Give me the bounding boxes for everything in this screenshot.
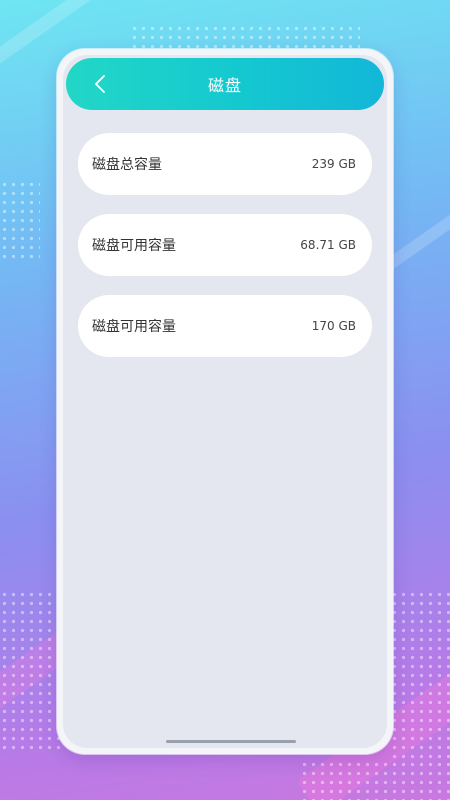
- chevron-left-icon: [95, 75, 105, 93]
- decor-dots: [300, 760, 450, 800]
- decor-dots: [0, 590, 60, 750]
- disk-info-list: 磁盘总容量 239 GB 磁盘可用容量 68.71 GB 磁盘可用容量 170 …: [78, 133, 372, 376]
- list-item-available-capacity-2: 磁盘可用容量 170 GB: [78, 295, 372, 357]
- list-item-value: 239 GB: [311, 157, 356, 171]
- app-screen: 磁盘 磁盘总容量 239 GB 磁盘可用容量 68.71 GB 磁盘可用容量 1…: [63, 55, 387, 748]
- decor-dots: [0, 180, 40, 260]
- list-item-label: 磁盘可用容量: [92, 319, 176, 335]
- phone-frame: 磁盘 磁盘总容量 239 GB 磁盘可用容量 68.71 GB 磁盘可用容量 1…: [57, 49, 393, 754]
- decor-dots: [390, 590, 450, 760]
- list-item-available-capacity: 磁盘可用容量 68.71 GB: [78, 214, 372, 276]
- header-bar: 磁盘: [66, 58, 384, 110]
- list-item-value: 170 GB: [311, 319, 356, 333]
- list-item-label: 磁盘总容量: [92, 157, 162, 173]
- home-indicator[interactable]: [166, 740, 296, 743]
- page-title: 磁盘: [207, 76, 242, 95]
- list-item-value: 68.71 GB: [300, 238, 356, 252]
- list-item-label: 磁盘可用容量: [92, 238, 176, 254]
- list-item-total-capacity: 磁盘总容量 239 GB: [78, 133, 372, 195]
- back-button[interactable]: [86, 70, 114, 98]
